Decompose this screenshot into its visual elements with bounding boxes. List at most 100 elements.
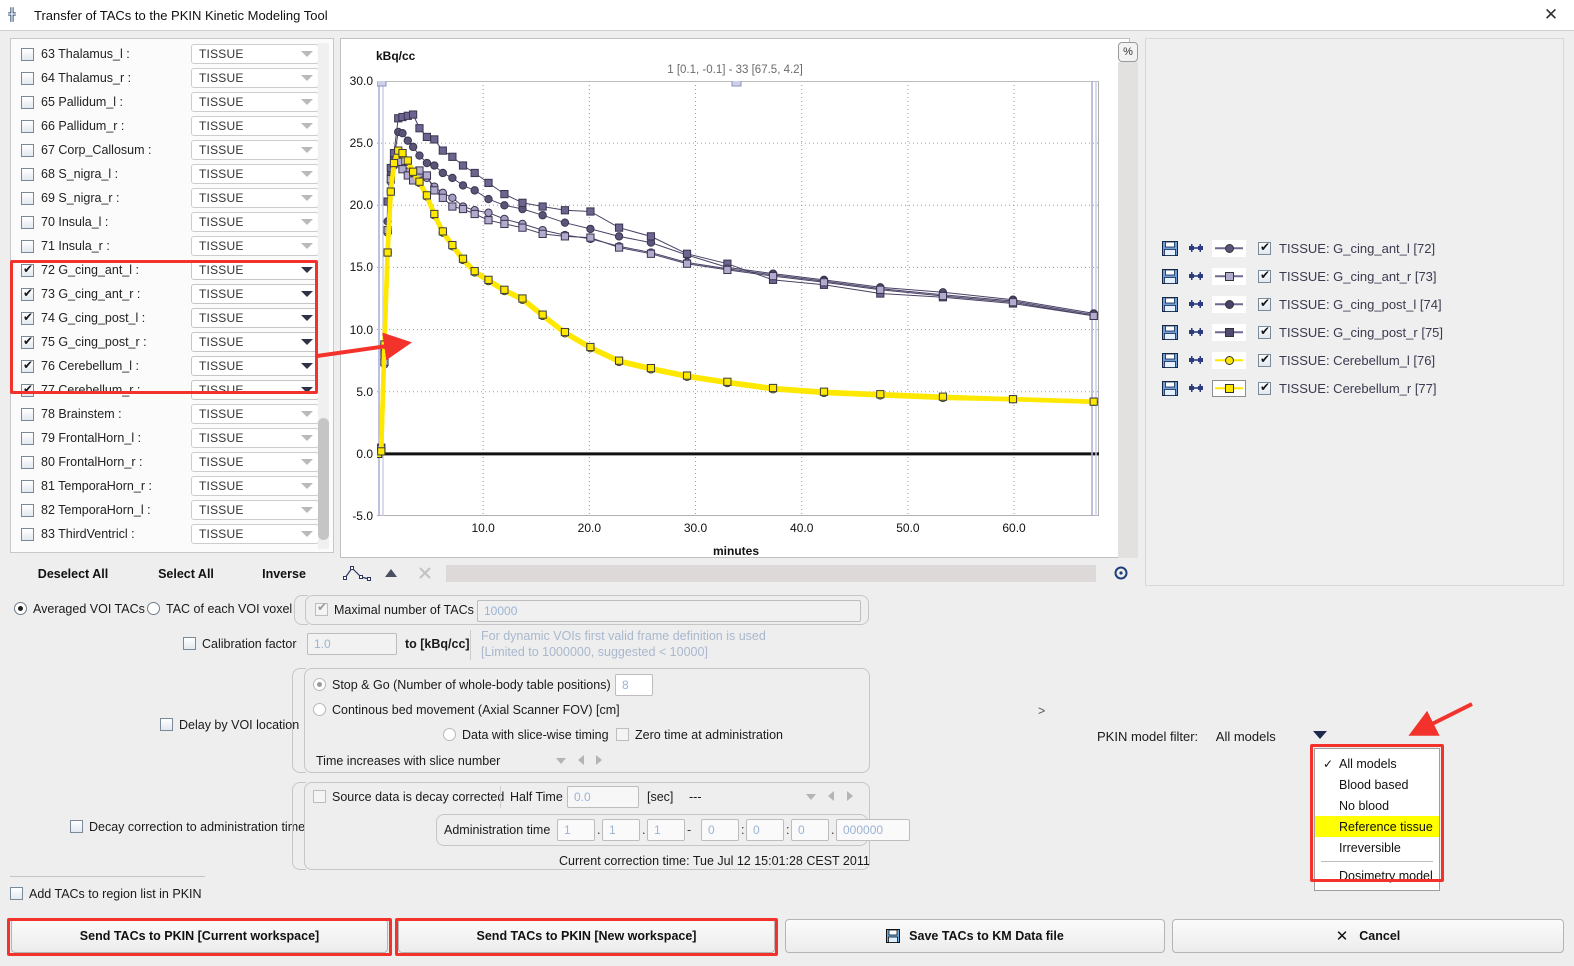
voi-row-temporahorn_r[interactable]: 81 TemporaHorn_r : TISSUE xyxy=(11,474,319,498)
save-icon[interactable] xyxy=(1162,324,1178,340)
link-icon[interactable] xyxy=(1188,269,1204,283)
voi-checkbox[interactable] xyxy=(21,47,34,61)
legend-row[interactable]: TISSUE: G_cing_ant_l [72] xyxy=(1162,237,1435,259)
voi-type-combo[interactable]: TISSUE xyxy=(191,236,319,256)
voi-type-combo[interactable]: TISSUE xyxy=(191,212,319,232)
zero-time-admin-checkbox[interactable]: Zero time at administration xyxy=(616,728,783,742)
voi-row-frontalhorn_l[interactable]: 79 FrontalHorn_l : TISSUE xyxy=(11,426,319,450)
percent-button[interactable]: % xyxy=(1118,42,1138,62)
save-icon[interactable] xyxy=(1162,296,1178,312)
legend-row[interactable]: TISSUE: G_cing_post_r [75] xyxy=(1162,321,1443,343)
voi-type-combo[interactable]: TISSUE xyxy=(191,284,319,304)
voi-row-thalamus_r[interactable]: 64 Thalamus_r : TISSUE xyxy=(11,66,319,90)
legend-visibility-checkbox[interactable] xyxy=(1258,268,1271,283)
voi-checkbox[interactable] xyxy=(21,479,34,493)
voi-checkbox[interactable] xyxy=(21,143,34,157)
link-icon[interactable] xyxy=(1188,381,1204,395)
voi-checkbox[interactable] xyxy=(21,455,34,469)
stop-and-go-input[interactable]: 8 xyxy=(615,674,653,696)
dropdown-item-dosimetry-model[interactable]: Dosimetry model xyxy=(1315,865,1439,886)
dropdown-item-reference-tissue[interactable]: Reference tissue xyxy=(1315,816,1439,837)
dropdown-item-all-models[interactable]: All models xyxy=(1315,753,1439,774)
admin-time-field-4[interactable]: 0 xyxy=(746,819,784,841)
add-tacs-region-list-checkbox[interactable]: Add TACs to region list in PKIN xyxy=(10,887,202,901)
chevron-left-icon[interactable] xyxy=(578,755,584,765)
decay-correction-checkbox[interactable]: Decay correction to administration time xyxy=(70,820,305,834)
legend-row[interactable]: TISSUE: G_cing_post_l [74] xyxy=(1162,293,1442,315)
voi-row-insula_l[interactable]: 70 Insula_l : TISSUE xyxy=(11,210,319,234)
link-icon[interactable] xyxy=(1188,353,1204,367)
voi-type-combo[interactable]: TISSUE xyxy=(191,332,319,352)
voi-type-combo[interactable]: TISSUE xyxy=(191,68,319,88)
voi-list-scroll-thumb[interactable] xyxy=(318,418,329,540)
chevron-down-icon[interactable] xyxy=(556,758,566,764)
close-icon[interactable]: ✕ xyxy=(1528,0,1574,30)
voi-type-combo[interactable]: TISSUE xyxy=(191,476,319,496)
voi-checkbox[interactable] xyxy=(21,191,34,205)
legend-visibility-checkbox[interactable] xyxy=(1258,296,1271,311)
dropdown-item-blood-based[interactable]: Blood based xyxy=(1315,774,1439,795)
voi-row-g_cing_ant_l[interactable]: 72 G_cing_ant_l : TISSUE xyxy=(11,258,319,282)
chevron-right-icon[interactable] xyxy=(596,755,602,765)
voi-type-combo[interactable]: TISSUE xyxy=(191,140,319,160)
voi-list-panel[interactable]: 63 Thalamus_l : TISSUE 64 Thalamus_r : TISS… xyxy=(10,38,334,553)
voi-type-combo[interactable]: TISSUE xyxy=(191,260,319,280)
send-tacs-current-workspace-button[interactable]: Send TACs to PKIN [Current workspace] xyxy=(11,919,388,953)
dropdown-item-no-blood[interactable]: No blood xyxy=(1315,795,1439,816)
inverse-button[interactable]: Inverse xyxy=(236,567,332,581)
voi-row-g_cing_ant_r[interactable]: 73 G_cing_ant_r : TISSUE xyxy=(11,282,319,306)
admin-time-field-5[interactable]: 0 xyxy=(791,819,829,841)
save-icon[interactable] xyxy=(1162,380,1178,396)
tac-each-voxel-radio[interactable]: TAC of each VOI voxel xyxy=(147,602,292,616)
averaged-voi-tacs-radio[interactable]: Averaged VOI TACs xyxy=(14,602,145,616)
maximal-number-input[interactable]: 10000 xyxy=(477,600,861,622)
admin-time-field-2[interactable]: 1 xyxy=(647,819,685,841)
triangle-up-icon[interactable] xyxy=(374,562,408,584)
voi-checkbox[interactable] xyxy=(21,431,34,445)
voi-type-combo[interactable]: TISSUE xyxy=(191,380,319,400)
link-icon[interactable] xyxy=(1188,325,1204,339)
voi-row-pallidum_l[interactable]: 65 Pallidum_l : TISSUE xyxy=(11,90,319,114)
voi-checkbox[interactable] xyxy=(21,407,34,421)
voi-checkbox[interactable] xyxy=(21,215,34,229)
voi-type-combo[interactable]: TISSUE xyxy=(191,92,319,112)
close-curve-icon[interactable] xyxy=(408,562,442,584)
settings-icon[interactable] xyxy=(1104,562,1138,584)
save-icon[interactable] xyxy=(1162,240,1178,256)
source-decay-corrected-checkbox[interactable]: Source data is decay corrected xyxy=(313,790,504,804)
voi-row-s_nigra_r[interactable]: 69 S_nigra_r : TISSUE xyxy=(11,186,319,210)
voi-checkbox[interactable] xyxy=(21,239,34,253)
voi-type-combo[interactable]: TISSUE xyxy=(191,164,319,184)
chevron-left-icon[interactable] xyxy=(828,791,834,801)
voi-type-combo[interactable]: TISSUE xyxy=(191,308,319,328)
stop-and-go-radio[interactable]: Stop & Go (Number of whole-body table po… xyxy=(313,678,611,692)
link-icon[interactable] xyxy=(1188,297,1204,311)
legend-row[interactable]: TISSUE: Cerebellum_r [77] xyxy=(1162,377,1437,399)
save-icon[interactable] xyxy=(1162,268,1178,284)
chevron-down-icon[interactable] xyxy=(806,794,816,800)
maximal-number-checkbox[interactable]: Maximal number of TACs xyxy=(315,600,474,617)
deselect-all-button[interactable]: Deselect All xyxy=(10,567,136,581)
voi-list-scrollbar[interactable] xyxy=(318,43,329,549)
calibration-factor-checkbox[interactable]: Calibration factor xyxy=(183,637,297,651)
dropdown-item-irreversible[interactable]: Irreversible xyxy=(1315,837,1439,858)
voi-row-pallidum_r[interactable]: 66 Pallidum_r : TISSUE xyxy=(11,114,319,138)
voi-row-frontalhorn_r[interactable]: 80 FrontalHorn_r : TISSUE xyxy=(11,450,319,474)
calibration-factor-input[interactable]: 1.0 xyxy=(307,633,397,655)
voi-row-cerebellum_l[interactable]: 76 Cerebellum_l : TISSUE xyxy=(11,354,319,378)
cancel-button[interactable]: ✕ Cancel xyxy=(1172,919,1564,953)
legend-row[interactable]: TISSUE: Cerebellum_l [76] xyxy=(1162,349,1435,371)
voi-checkbox[interactable] xyxy=(21,262,34,277)
voi-row-brainstem[interactable]: 78 Brainstem : TISSUE xyxy=(11,402,319,426)
half-time-input[interactable]: 0.0 xyxy=(567,786,639,808)
voi-row-corp_callosum[interactable]: 67 Corp_Callosum : TISSUE xyxy=(11,138,319,162)
voi-type-combo[interactable]: TISSUE xyxy=(191,356,319,376)
voi-row-g_cing_post_r[interactable]: 75 G_cing_post_r : TISSUE xyxy=(11,330,319,354)
voi-checkbox[interactable] xyxy=(21,71,34,85)
legend-visibility-checkbox[interactable] xyxy=(1258,380,1271,395)
voi-checkbox[interactable] xyxy=(21,382,34,397)
chevron-down-icon[interactable] xyxy=(1313,731,1327,739)
voi-type-combo[interactable]: TISSUE xyxy=(191,500,319,520)
save-tacs-km-button[interactable]: Save TACs to KM Data file xyxy=(785,919,1165,953)
continuous-bed-radio[interactable]: Continous bed movement (Axial Scanner FO… xyxy=(313,703,620,717)
